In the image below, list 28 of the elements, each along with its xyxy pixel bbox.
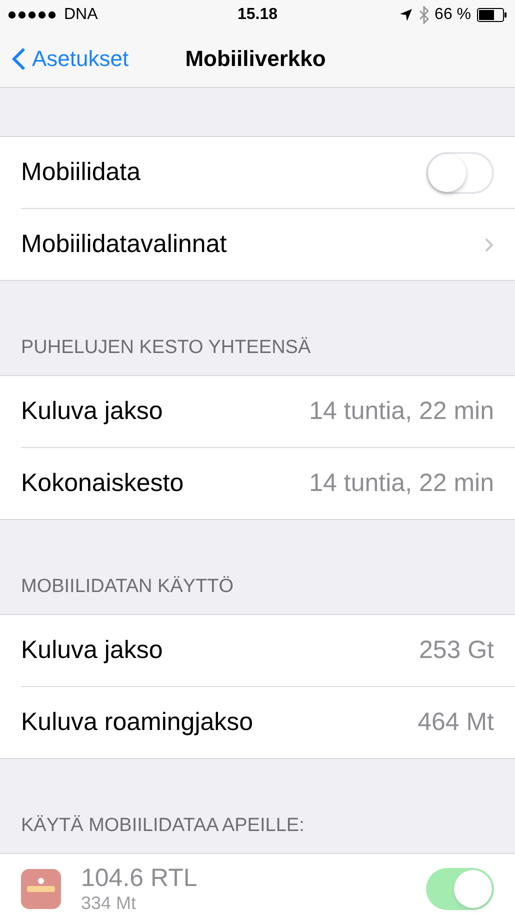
row-label: Kuluva jakso — [21, 397, 163, 426]
app-icon — [21, 869, 61, 909]
back-chevron-icon — [12, 46, 26, 70]
chevron-icon — [484, 236, 494, 252]
battery-percent: 66 % — [434, 6, 472, 24]
row-label: Mobiilidata — [21, 158, 141, 187]
row-value: 14 tuntia, 22 min — [309, 469, 494, 498]
row-value: 14 tuntia, 22 min — [309, 397, 494, 426]
row-label: Kokonaiskesto — [21, 469, 184, 498]
toggle-switch[interactable] — [426, 152, 494, 194]
signal-icon — [8, 11, 58, 19]
page-title: Mobiiliverkko — [185, 46, 326, 72]
app-name: 104.6 RTL — [81, 864, 198, 893]
bluetooth-icon — [418, 6, 429, 24]
back-button[interactable]: Asetukset — [0, 46, 129, 72]
section-header: PUHELUJEN KESTO YHTEENSÄ — [20, 336, 312, 360]
row-value: 464 Mt — [418, 708, 494, 737]
row-value: 253 Gt — [418, 636, 494, 665]
clock-time: 15.18 — [237, 6, 278, 24]
battery-icon — [477, 8, 508, 22]
row-label: Kuluva roamingjakso — [21, 708, 254, 737]
row-label: Kuluva jakso — [21, 636, 163, 665]
section-header: MOBIILIDATAN KÄYTTÖ — [20, 575, 235, 599]
app-data-usage: 334 Mt — [81, 893, 138, 914]
row-label: Mobiilidatavalinnat — [21, 230, 227, 259]
carrier-name: DNA — [64, 6, 98, 24]
section-header: KÄYTÄ MOBIILIDATAA APEILLE: — [20, 814, 306, 838]
location-arrow-icon — [398, 8, 413, 22]
